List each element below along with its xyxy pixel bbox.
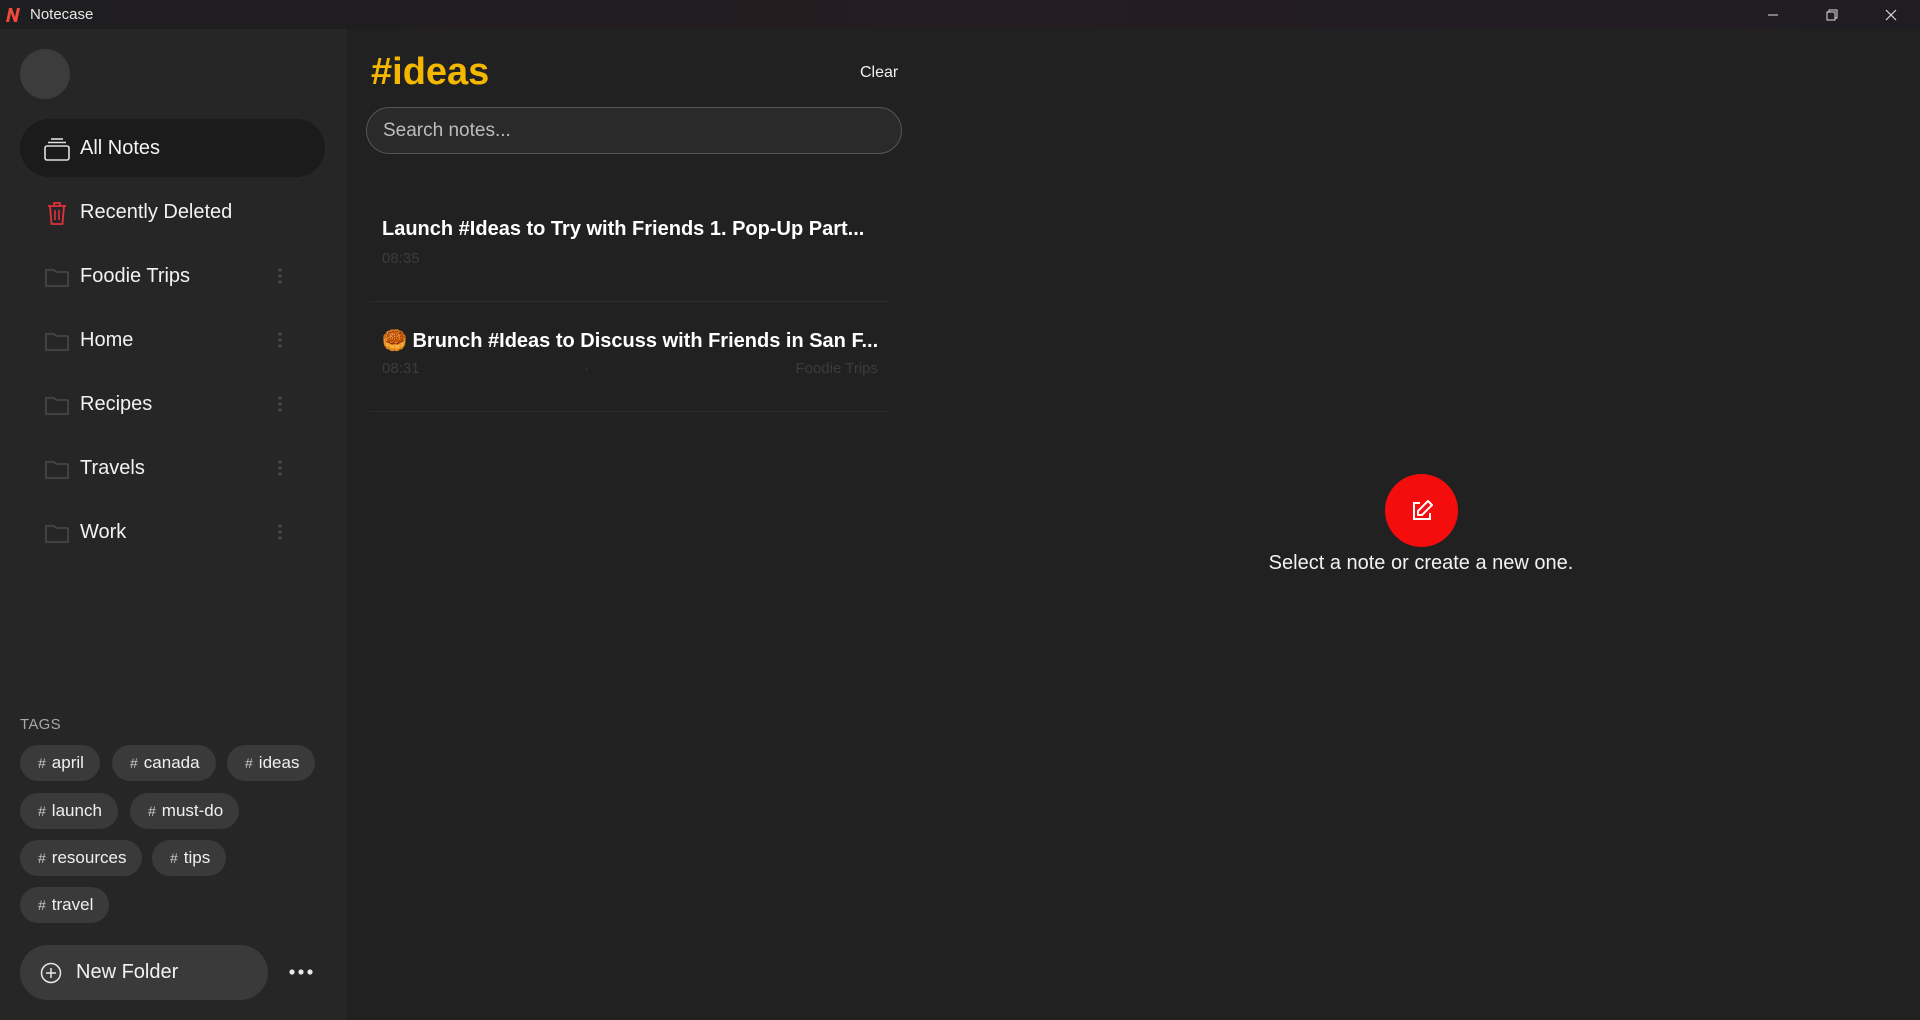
folder-icon	[44, 264, 70, 290]
folder-item-foodie-trips[interactable]: Foodie Trips	[20, 247, 325, 305]
new-folder-label: New Folder	[76, 961, 179, 983]
minimize-button[interactable]	[1743, 0, 1802, 29]
note-title-row: 🥮 Brunch #Ideas to Discuss with Friends …	[382, 328, 878, 353]
folder-item-work[interactable]: Work	[20, 503, 325, 561]
folder-label: Travels	[80, 456, 145, 479]
tag-ideas[interactable]: # ideas	[227, 745, 316, 781]
hash-icon: #	[148, 803, 156, 819]
folder-options-icon[interactable]	[275, 265, 285, 287]
empty-message: Select a note or create a new one.	[1268, 552, 1574, 574]
tags-heading: TAGS	[20, 716, 61, 733]
folder-label: Foodie Trips	[80, 264, 191, 287]
more-options-icon[interactable]	[286, 959, 316, 985]
avatar[interactable]	[20, 49, 70, 99]
folder-label: Home	[80, 328, 134, 351]
new-folder-button[interactable]: New Folder	[20, 945, 268, 1000]
tag-label: resources	[51, 848, 127, 867]
nav-all-notes[interactable]: All Notes	[20, 119, 325, 177]
tag-label: ideas	[258, 753, 300, 772]
hash-icon: #	[38, 850, 46, 866]
folder-options-icon[interactable]	[275, 521, 285, 543]
hash-icon: #	[170, 850, 178, 866]
tag-launch[interactable]: # launch	[20, 793, 118, 829]
note-time: 08:35	[382, 250, 420, 267]
title-bar: Notecase	[0, 0, 1920, 29]
restore-button[interactable]	[1802, 0, 1861, 29]
folder-icon	[44, 328, 70, 354]
app-title: Notecase	[30, 6, 94, 23]
clear-button[interactable]: Clear	[860, 64, 898, 82]
hash-icon: #	[38, 803, 46, 819]
tag-must-do[interactable]: # must-do	[130, 793, 240, 829]
sidebar: All Notes Recently Deleted Foodie Trips …	[0, 29, 346, 1020]
tag-resources[interactable]: # resources	[20, 840, 143, 876]
hash-icon: #	[245, 755, 253, 771]
tag-canada[interactable]: # canada	[112, 745, 216, 781]
trash-icon	[44, 200, 70, 226]
note-title: Brunch #Ideas to Discuss with Friends in…	[412, 330, 879, 352]
hash-icon: #	[38, 897, 46, 913]
note-time: 08:31	[382, 360, 420, 377]
tag-label: travel	[51, 895, 94, 914]
folder-options-icon[interactable]	[275, 329, 285, 351]
note-emoji: 🥮	[382, 330, 407, 352]
plus-circle-icon	[40, 962, 62, 984]
editor-empty-state: Select a note or create a new one.	[906, 29, 1920, 1020]
note-folder: Foodie Trips	[795, 360, 878, 377]
folder-options-icon[interactable]	[275, 393, 285, 415]
hash-icon: #	[130, 755, 138, 771]
close-button[interactable]	[1861, 0, 1920, 29]
hash-icon: #	[38, 755, 46, 771]
note-list-panel: #ideas Clear Launch #Ideas to Try with F…	[346, 29, 906, 1020]
note-list-item[interactable]: Launch #Ideas to Try with Friends 1. Pop…	[370, 194, 890, 302]
folder-icon	[44, 520, 70, 546]
note-title: Launch #Ideas to Try with Friends 1. Pop…	[382, 218, 865, 240]
tag-label: canada	[143, 753, 200, 772]
list-title: #ideas	[371, 51, 490, 93]
nav-recently-deleted[interactable]: Recently Deleted	[20, 183, 325, 241]
edit-icon	[1412, 499, 1433, 520]
note-list-item[interactable]: 🥮 Brunch #Ideas to Discuss with Friends …	[370, 304, 890, 412]
tag-label: tips	[183, 848, 211, 867]
folder-item-recipes[interactable]: Recipes	[20, 375, 325, 433]
tag-label: launch	[51, 801, 102, 820]
app-logo-icon	[4, 6, 22, 24]
stack-icon	[44, 136, 70, 162]
tag-tips[interactable]: # tips	[152, 840, 227, 876]
folder-item-home[interactable]: Home	[20, 311, 325, 369]
tag-label: must-do	[161, 801, 224, 820]
new-note-button[interactable]	[1385, 474, 1458, 547]
tag-april[interactable]: # april	[20, 745, 100, 781]
folder-item-travels[interactable]: Travels	[20, 439, 325, 497]
separator-dot: ·	[584, 360, 589, 377]
search-input[interactable]	[366, 107, 902, 154]
nav-label: All Notes	[80, 136, 161, 159]
tag-label: april	[51, 753, 84, 772]
window-controls	[1743, 0, 1920, 29]
folder-options-icon[interactable]	[275, 457, 285, 479]
folder-label: Work	[80, 520, 127, 543]
folder-label: Recipes	[80, 392, 153, 415]
folder-icon	[44, 456, 70, 482]
folder-icon	[44, 392, 70, 418]
tag-travel[interactable]: # travel	[20, 887, 110, 923]
nav-label: Recently Deleted	[80, 200, 233, 223]
